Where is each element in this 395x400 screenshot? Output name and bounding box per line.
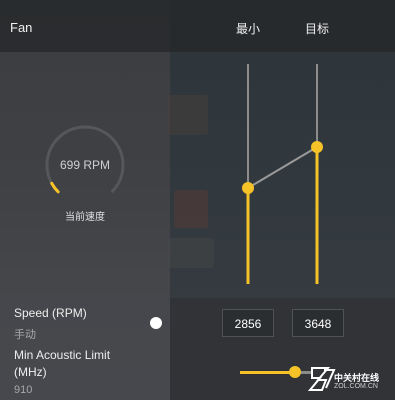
acoustic-limit-value: 910	[14, 384, 33, 396]
gauge-label: 当前速度	[65, 212, 105, 223]
acoustic-slider-fill[interactable]	[240, 371, 295, 374]
manual-toggle[interactable]	[150, 317, 162, 329]
min-speed-input[interactable]: 2856	[222, 309, 274, 337]
acoustic-slider-thumb[interactable]	[289, 366, 301, 378]
target-point-handle[interactable]	[311, 141, 323, 153]
zol-logo	[308, 367, 336, 391]
fan-curve-chart[interactable]	[170, 52, 395, 298]
speed-label: Speed (RPM)	[14, 306, 87, 320]
watermark-url: ZOL.COM.CN	[334, 383, 378, 390]
zol-logo-mark	[308, 367, 331, 391]
speed-mode-text: 手动	[14, 329, 36, 341]
header-bar	[0, 0, 395, 52]
column-header-min: 最小	[236, 22, 261, 36]
acoustic-limit-label: Min Acoustic Limit	[14, 348, 111, 362]
acoustic-limit-unit: (MHz)	[14, 365, 47, 379]
target-speed-input[interactable]: 3648	[292, 309, 344, 337]
page-title: Fan	[10, 20, 33, 35]
column-header-target: 目标	[305, 22, 330, 36]
curve-connector	[247, 146, 318, 189]
gauge-value: 699 RPM	[59, 158, 111, 172]
min-point-handle[interactable]	[242, 182, 254, 194]
